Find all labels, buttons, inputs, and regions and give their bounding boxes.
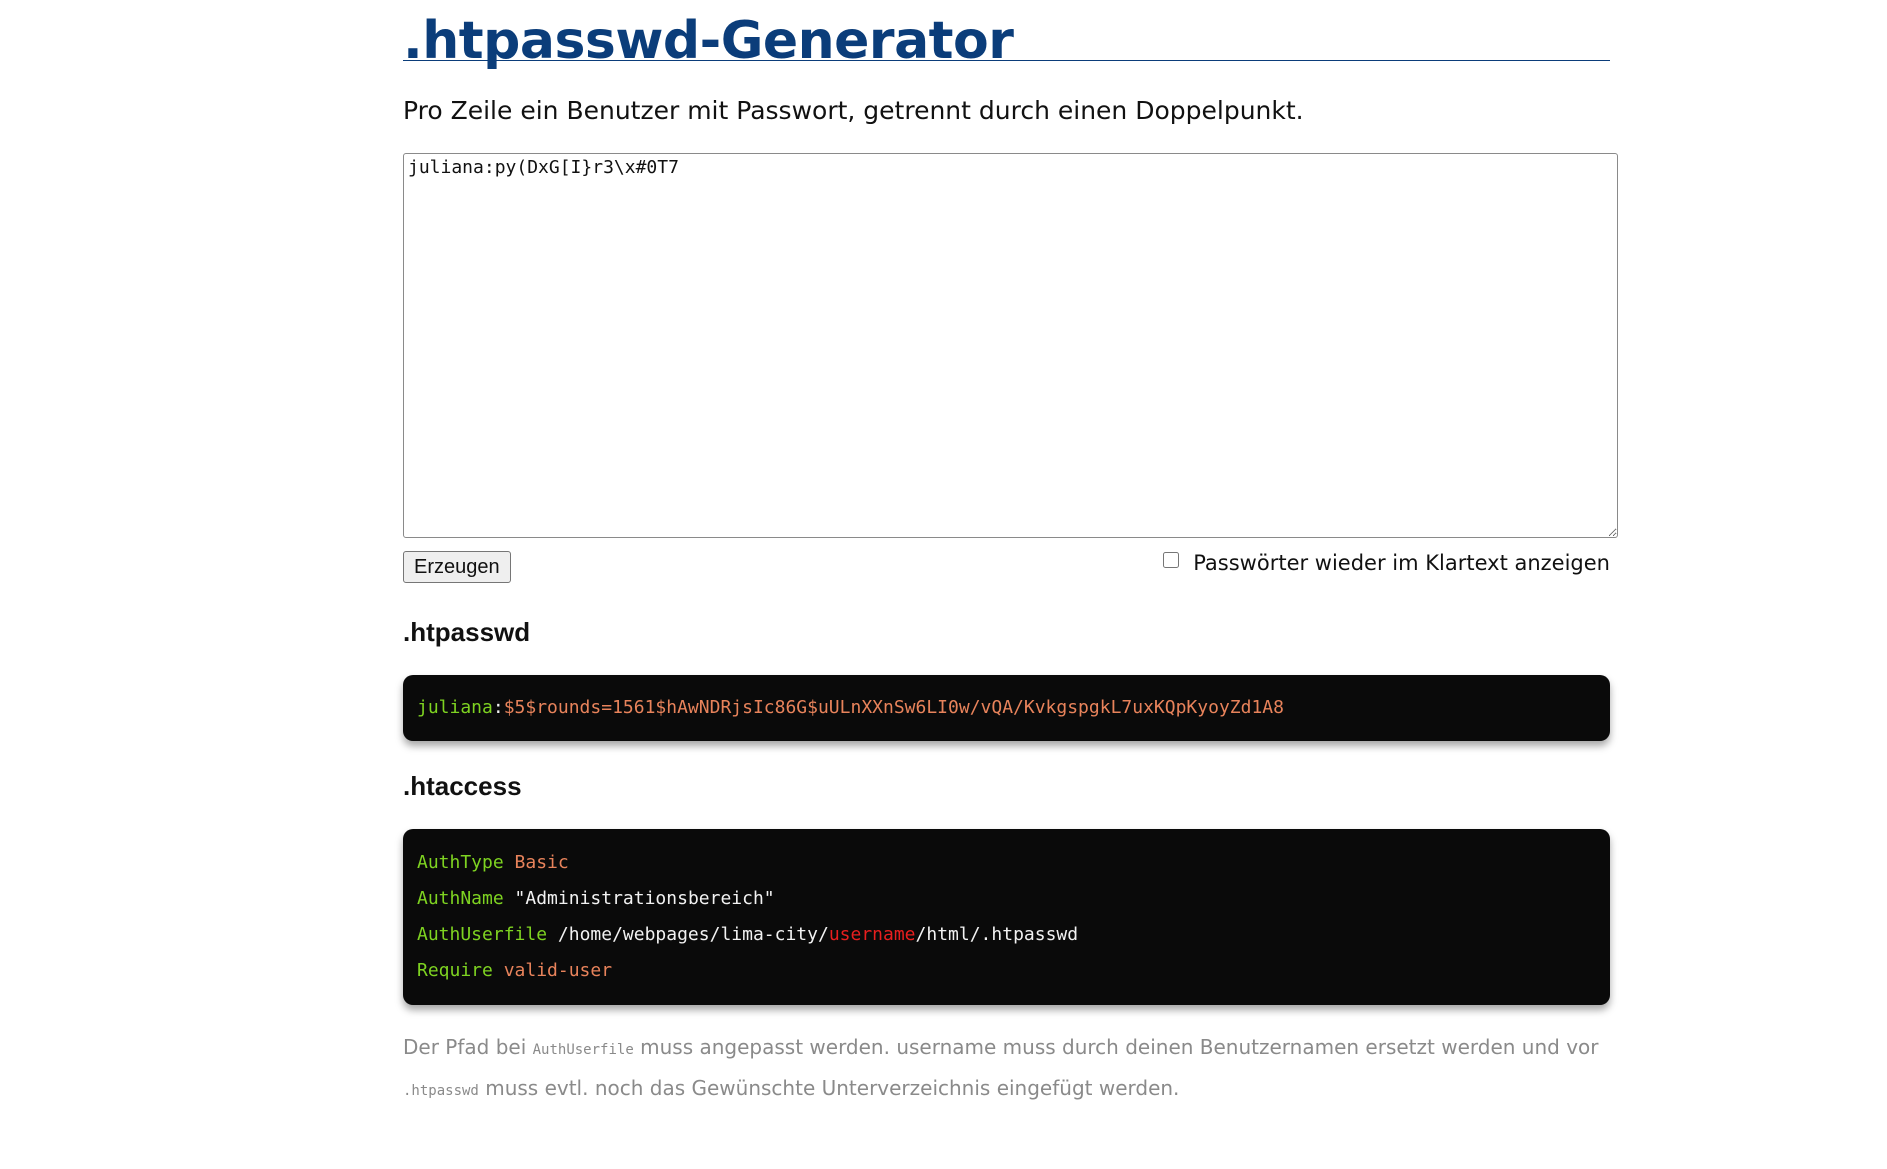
htaccess-line-authtype: AuthType Basic bbox=[417, 845, 1596, 881]
title-area: .htpasswd-Generator bbox=[403, 0, 1610, 71]
directive-value: Basic bbox=[514, 852, 569, 873]
path-username-placeholder: username bbox=[828, 924, 916, 945]
page-container: .htpasswd-Generator Pro Zeile ein Benutz… bbox=[403, 0, 1618, 1110]
directive-key: AuthName bbox=[417, 888, 504, 909]
htaccess-line-authuserfile: AuthUserfile /home/webpages/lima-city/us… bbox=[417, 917, 1596, 953]
form-controls: Erzeugen Passwörter wieder im Klartext a… bbox=[403, 551, 1618, 595]
directive-value: valid-user bbox=[503, 960, 613, 981]
htaccess-line-authname: AuthName "Administrationsbereich" bbox=[417, 881, 1596, 917]
htpasswd-output[interactable]: juliana:$5$rounds=1561$hAwNDRjsIc86G$uUL… bbox=[403, 675, 1610, 741]
htaccess-line-require: Require valid-user bbox=[417, 953, 1596, 989]
htpasswd-hash: $5$rounds=1561$hAwNDRjsIc86G$uULnXXnSw6L… bbox=[503, 697, 1284, 718]
show-plaintext-checkbox[interactable] bbox=[1163, 552, 1180, 568]
directive-value: "Administrationsbereich" bbox=[514, 888, 775, 909]
htpasswd-heading: .htpasswd bbox=[403, 617, 531, 647]
htpasswd-user: juliana bbox=[417, 697, 493, 718]
show-plaintext-toggle[interactable]: Passwörter wieder im Klartext anzeigen bbox=[1163, 551, 1610, 575]
note-text: muss evtl. noch das Gewünschte Unterverz… bbox=[478, 1076, 1180, 1100]
page-title: .htpasswd-Generator bbox=[403, 11, 1014, 71]
path-prefix: /home/webpages/lima-city/ bbox=[557, 924, 829, 945]
note-text: Der Pfad bei bbox=[403, 1035, 533, 1059]
credentials-textarea[interactable] bbox=[403, 153, 1618, 538]
generate-button[interactable]: Erzeugen bbox=[403, 551, 511, 583]
directive-key: Require bbox=[417, 960, 493, 981]
path-note: Der Pfad bei AuthUserfile muss angepasst… bbox=[403, 1028, 1618, 1110]
intro-text: Pro Zeile ein Benutzer mit Passwort, get… bbox=[403, 96, 1304, 125]
htpasswd-separator: : bbox=[492, 697, 504, 718]
note-code: AuthUserfile bbox=[532, 1042, 634, 1058]
htaccess-heading: .htaccess bbox=[403, 771, 522, 801]
show-plaintext-label: Passwörter wieder im Klartext anzeigen bbox=[1193, 551, 1610, 575]
path-suffix: /html/.htpasswd bbox=[915, 924, 1079, 945]
directive-key: AuthUserfile bbox=[417, 924, 548, 945]
directive-key: AuthType bbox=[417, 852, 504, 873]
htaccess-output[interactable]: AuthType Basic AuthName "Administrations… bbox=[403, 829, 1610, 1005]
note-code: .htpasswd bbox=[403, 1083, 479, 1099]
note-text: muss angepasst werden. username muss dur… bbox=[633, 1035, 1599, 1059]
